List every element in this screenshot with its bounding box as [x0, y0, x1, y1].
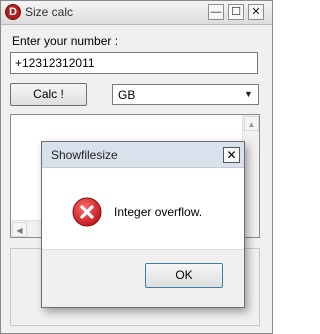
number-input[interactable] — [10, 52, 258, 74]
error-dialog: Showfilesize ✕ Integer overflow. OK — [41, 141, 245, 308]
input-label: Enter your number : — [12, 34, 119, 48]
dialog-close-button[interactable]: ✕ — [223, 147, 240, 163]
error-icon — [72, 197, 102, 227]
title-bar[interactable]: D Size calc — ☐ ✕ — [1, 1, 272, 25]
scroll-up-arrow-icon[interactable]: ▲ — [244, 116, 259, 131]
minimize-button[interactable]: — — [208, 4, 224, 20]
maximize-button[interactable]: ☐ — [228, 4, 244, 20]
window-title: Size calc — [25, 5, 74, 19]
calc-button[interactable]: Calc ! — [10, 83, 87, 106]
ok-button[interactable]: OK — [145, 263, 223, 288]
dialog-title: Showfilesize — [51, 148, 118, 162]
scroll-left-arrow-icon[interactable]: ◀ — [12, 222, 27, 237]
dialog-title-bar[interactable]: Showfilesize ✕ — [42, 142, 244, 168]
app-icon: D — [5, 4, 21, 20]
unit-select[interactable]: GB ▼ — [112, 84, 259, 105]
dialog-message: Integer overflow. — [114, 205, 203, 219]
close-button[interactable]: ✕ — [248, 4, 264, 20]
chevron-down-icon[interactable]: ▼ — [241, 87, 256, 102]
unit-select-value: GB — [118, 88, 136, 102]
